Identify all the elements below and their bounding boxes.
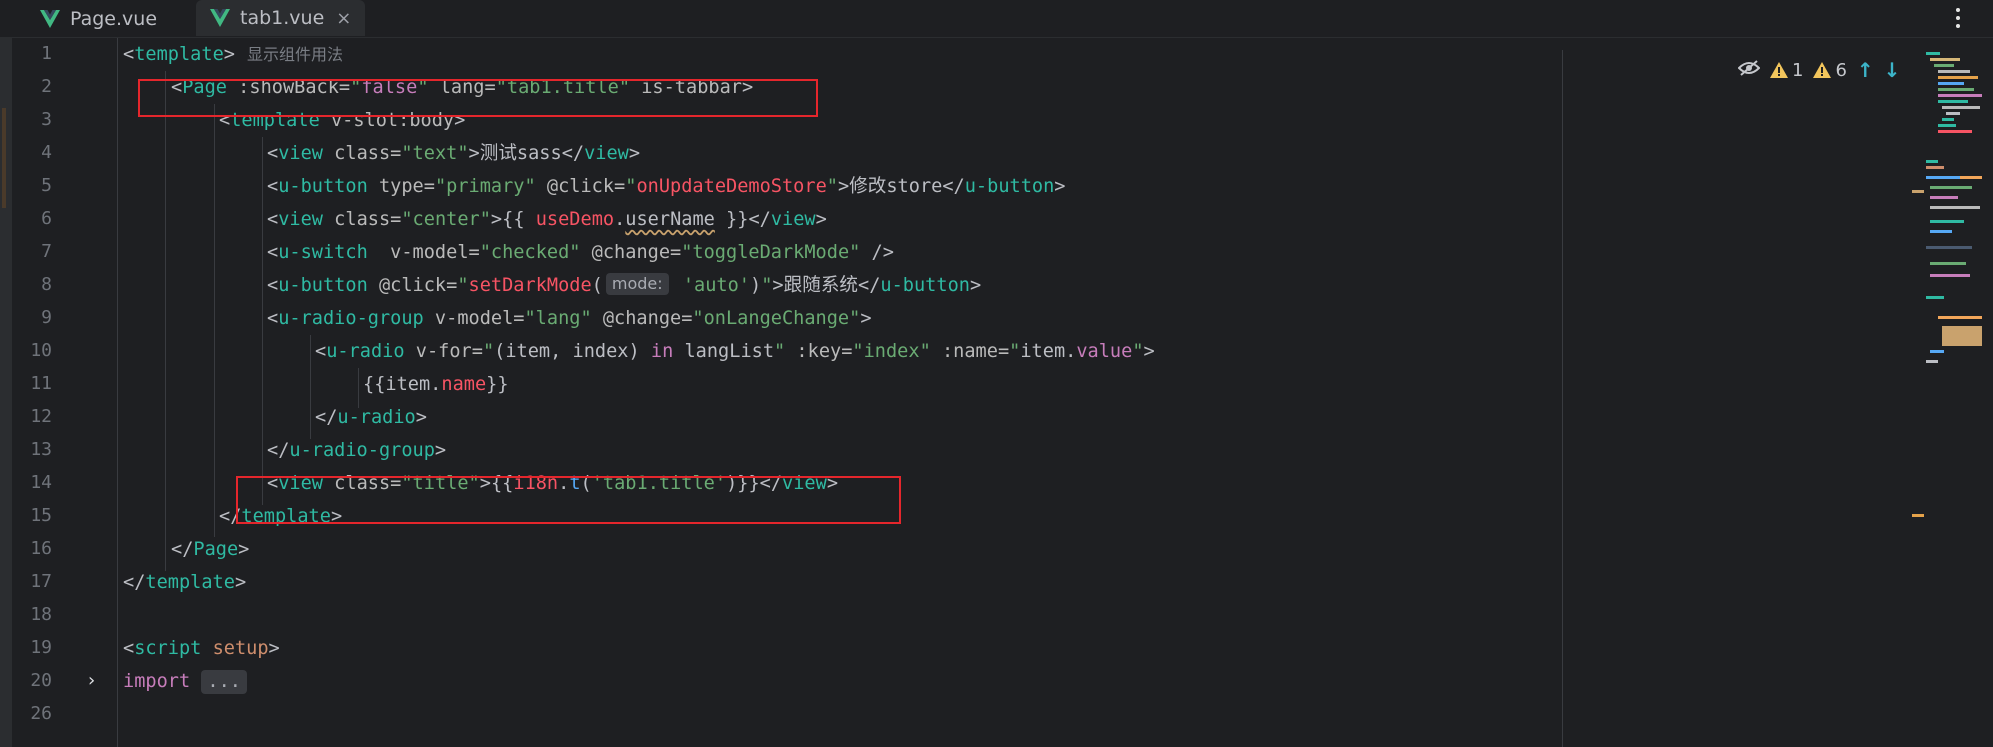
line-number: 14 bbox=[30, 472, 52, 493]
tab-page-vue[interactable]: Page.vue bbox=[40, 0, 157, 38]
expand-fold-icon[interactable]: › bbox=[88, 670, 95, 691]
code-line-16: </Page> bbox=[171, 539, 250, 560]
line-number: 12 bbox=[30, 406, 52, 427]
line-number: 9 bbox=[41, 307, 52, 328]
code-line-7: <u-switch v-model="checked" @change="tog… bbox=[267, 242, 894, 263]
code-line-1: <template> 显示组件用法 bbox=[123, 44, 343, 65]
left-tool-strip bbox=[0, 38, 12, 747]
more-options-icon[interactable] bbox=[1955, 8, 1961, 28]
code-line-13: </u-radio-group> bbox=[267, 440, 447, 461]
code-line-6: <view class="center">{{ useDemo.userName… bbox=[267, 209, 827, 230]
inline-comment: 显示组件用法 bbox=[246, 45, 343, 64]
line-number: 15 bbox=[30, 505, 52, 526]
line-number: 16 bbox=[30, 538, 52, 559]
line-number: 3 bbox=[41, 109, 52, 130]
line-number: 26 bbox=[30, 703, 52, 724]
line-number: 10 bbox=[30, 340, 52, 361]
tab-tab1-vue[interactable]: tab1.vue × bbox=[196, 0, 366, 36]
inspection-widget[interactable]: 1 6 ↑ ↓ bbox=[1737, 58, 1901, 82]
code-line-10: <u-radio v-for="(item, index) in langLis… bbox=[315, 341, 1155, 362]
vue-file-icon bbox=[210, 9, 230, 27]
warning-icon bbox=[1813, 62, 1832, 78]
line-number: 6 bbox=[41, 208, 52, 229]
line-number-gutter: 1 2 3 4 5 6 7 8 9 10 11 12 13 14 15 16 1… bbox=[12, 38, 118, 747]
tab-label: tab1.vue bbox=[240, 7, 325, 29]
code-line-12: </u-radio> bbox=[315, 407, 427, 428]
code-line-20: import ... bbox=[123, 665, 247, 698]
tab-label: Page.vue bbox=[70, 8, 158, 30]
line-number: 5 bbox=[41, 175, 52, 196]
line-number: 20 bbox=[30, 670, 52, 691]
hide-eye-icon[interactable] bbox=[1737, 59, 1761, 81]
code-line-19: <script setup> bbox=[123, 638, 280, 659]
code-line-9: <u-radio-group v-model="lang" @change="o… bbox=[267, 308, 872, 329]
close-tab-icon[interactable]: × bbox=[336, 8, 351, 29]
right-margin-guide bbox=[1562, 50, 1563, 747]
code-line-8: <u-button @click="setDarkMode(mode: 'aut… bbox=[267, 273, 982, 296]
previous-issue-icon[interactable]: ↑ bbox=[1857, 58, 1874, 82]
line-number: 13 bbox=[30, 439, 52, 460]
line-number: 19 bbox=[30, 637, 52, 658]
highlight-box-line-2 bbox=[138, 79, 818, 117]
scroll-marker bbox=[1912, 514, 1924, 517]
vue-file-icon bbox=[40, 10, 60, 28]
error-count[interactable]: 1 bbox=[1770, 60, 1803, 81]
line-number: 8 bbox=[41, 274, 52, 295]
code-editor[interactable]: <template> 显示组件用法 <Page :showBack="false"… bbox=[119, 38, 1564, 747]
line-number: 17 bbox=[30, 571, 52, 592]
code-minimap[interactable] bbox=[1924, 50, 1984, 410]
editor-tab-bar: Page.vue tab1.vue × bbox=[0, 0, 1993, 38]
line-number: 11 bbox=[30, 373, 52, 394]
line-number: 2 bbox=[41, 76, 52, 97]
warning-count[interactable]: 6 bbox=[1813, 60, 1847, 81]
code-line-11: {{item.name}} bbox=[363, 374, 509, 395]
code-line-4: <view class="text">测试sass</view> bbox=[267, 143, 641, 164]
line-number: 7 bbox=[41, 241, 52, 262]
line-number: 1 bbox=[41, 43, 52, 64]
parameter-hint: mode: bbox=[605, 273, 669, 295]
line-number: 4 bbox=[41, 142, 52, 163]
next-issue-icon[interactable]: ↓ bbox=[1884, 58, 1901, 82]
folded-imports[interactable]: ... bbox=[201, 670, 247, 694]
code-line-17: </template> bbox=[123, 572, 247, 593]
line-number: 18 bbox=[30, 604, 52, 625]
warning-icon bbox=[1770, 62, 1788, 78]
code-line-5: <u-button type="primary" @click="onUpdat… bbox=[267, 176, 1066, 197]
scroll-marker bbox=[1912, 190, 1924, 193]
highlight-box-line-14 bbox=[236, 476, 901, 524]
